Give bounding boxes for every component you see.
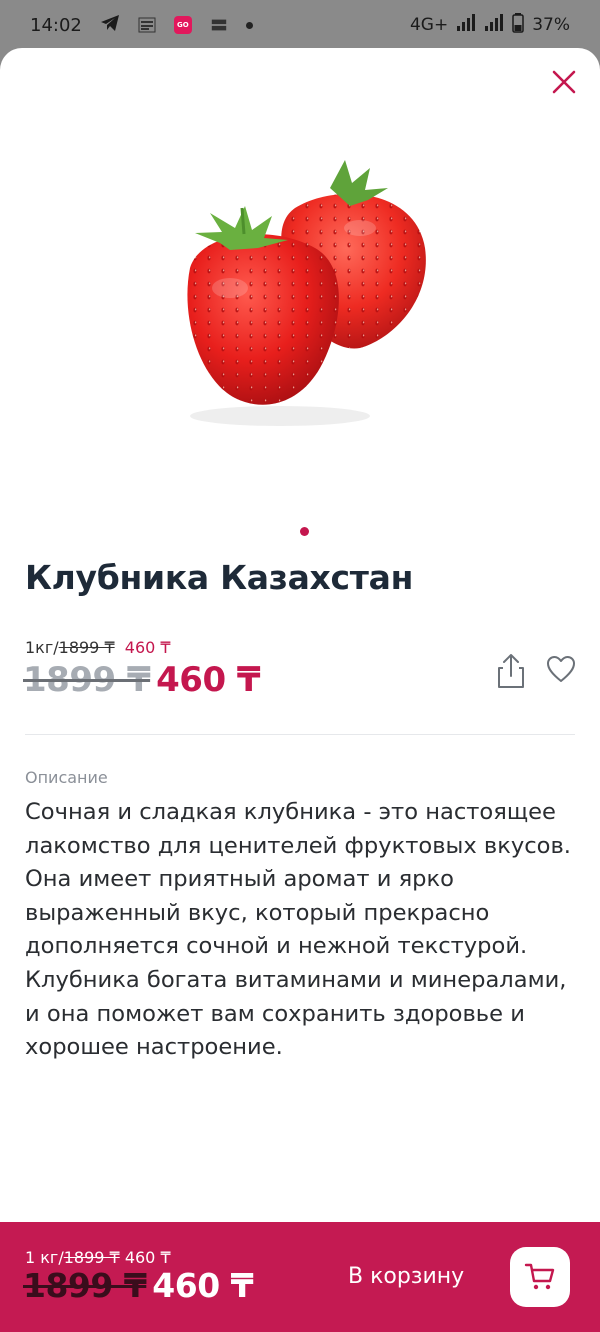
- heart-icon: [547, 656, 575, 682]
- momlife-app-icon: [210, 16, 228, 34]
- price: 1899 ₸ 460 ₸: [23, 660, 261, 700]
- old-price: 1899 ₸: [23, 660, 151, 700]
- bottom-unit-label: 1 кг/: [25, 1248, 64, 1267]
- telegram-icon: [100, 14, 120, 37]
- bottom-unit-price: 1 кг/ 1899 ₸ 460 ₸: [25, 1248, 171, 1267]
- product-image: [160, 148, 450, 438]
- battery-percent: 37%: [532, 15, 570, 35]
- close-button[interactable]: [546, 64, 582, 100]
- product-title: Клубника Казахстан: [25, 558, 414, 597]
- close-icon: [552, 70, 576, 94]
- description-label: Описание: [25, 768, 108, 787]
- strawberry-image: [187, 160, 426, 426]
- detmir-app-icon: [138, 16, 156, 34]
- bottom-action-bar: 1 кг/ 1899 ₸ 460 ₸ 1899 ₸ 460 ₸ В корзин…: [0, 1222, 600, 1332]
- share-icon: [498, 654, 524, 688]
- bottom-price: 1899 ₸ 460 ₸: [23, 1266, 254, 1305]
- cart-icon: [524, 1263, 555, 1290]
- divider: [25, 734, 575, 735]
- status-bar: 14:02 GO 4G+ 37%: [0, 0, 600, 50]
- network-type: 4G+: [409, 15, 449, 35]
- go-app-icon: GO: [173, 16, 192, 34]
- signal-icon: [456, 13, 476, 37]
- unit-label: 1кг/: [25, 638, 59, 657]
- status-time: 14:02: [30, 14, 82, 36]
- bottom-old-price: 1899 ₸: [23, 1266, 147, 1305]
- bottom-unit-new-price: 460 ₸: [124, 1248, 171, 1267]
- product-sheet: Клубника Казахстан 1кг/ 1899 ₸ 460 ₸ 189…: [0, 48, 600, 1332]
- bottom-new-price: 460 ₸: [152, 1266, 254, 1305]
- add-to-cart-button[interactable]: [510, 1247, 570, 1307]
- favorite-button[interactable]: [545, 654, 577, 684]
- notification-dot-icon: [245, 21, 253, 29]
- unit-price: 1кг/ 1899 ₸ 460 ₸: [25, 638, 171, 657]
- add-to-cart-label[interactable]: В корзину: [348, 1264, 464, 1289]
- signal-2-icon: [484, 13, 504, 37]
- new-price: 460 ₸: [156, 660, 261, 700]
- bottom-unit-old-price: 1899 ₸: [63, 1248, 120, 1267]
- unit-old-price: 1899 ₸: [58, 638, 115, 657]
- battery-icon: [512, 12, 524, 38]
- description-text: Сочная и сладкая клубника - это настояще…: [25, 799, 571, 1061]
- unit-new-price: 460 ₸: [124, 638, 171, 657]
- carousel-indicator: [300, 527, 309, 536]
- share-button[interactable]: [494, 652, 528, 690]
